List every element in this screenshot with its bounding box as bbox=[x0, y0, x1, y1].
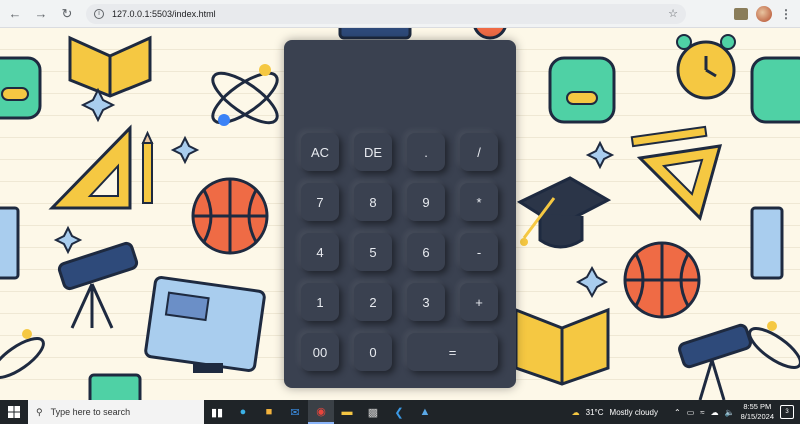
key-9[interactable]: 9 bbox=[407, 183, 445, 221]
extension-icon[interactable] bbox=[734, 7, 748, 20]
search-placeholder: Type here to search bbox=[50, 407, 131, 417]
monitor-icon bbox=[144, 276, 266, 373]
key-1[interactable]: 1 bbox=[301, 283, 339, 321]
weather-text[interactable]: Mostly cloudy bbox=[610, 408, 658, 417]
basketball-partial-icon bbox=[473, 28, 507, 40]
key-3[interactable]: 3 bbox=[407, 283, 445, 321]
vscode-icon[interactable]: ❮ bbox=[386, 400, 412, 424]
telescope-icon bbox=[57, 241, 139, 329]
profile-avatar[interactable] bbox=[756, 5, 772, 22]
back-arrow-icon[interactable]: ← bbox=[4, 3, 26, 25]
search-icon: ⚲ bbox=[36, 406, 43, 417]
bookmark-star-icon[interactable]: ☆ bbox=[668, 7, 678, 20]
key-all-clear[interactable]: AC bbox=[301, 133, 339, 171]
notification-count: 3 bbox=[785, 409, 789, 415]
key-4[interactable]: 4 bbox=[301, 233, 339, 271]
windows-start-icon[interactable] bbox=[0, 400, 28, 424]
backpack-icon bbox=[0, 56, 42, 120]
atom-icon bbox=[0, 337, 45, 379]
calculator: AC DE . / 7 8 9 * 4 5 6 - 1 2 3 + 00 0 = bbox=[284, 40, 516, 388]
reload-icon[interactable]: ↻ bbox=[56, 3, 78, 25]
site-info-icon[interactable]: i bbox=[94, 8, 104, 19]
sparkle-icon bbox=[585, 140, 615, 170]
page-background: AC DE . / 7 8 9 * 4 5 6 - 1 2 3 + 00 0 = bbox=[0, 28, 800, 400]
cloud-icon[interactable]: ☁ bbox=[711, 408, 719, 417]
basketball-icon bbox=[623, 241, 701, 319]
address-bar[interactable]: i 127.0.0.1:5503/index.html ☆ bbox=[86, 3, 686, 24]
address-url: 127.0.0.1:5503/index.html bbox=[112, 8, 216, 19]
triangle-ruler-icon bbox=[48, 124, 132, 210]
edge-browser-icon[interactable]: ● bbox=[230, 400, 256, 424]
telescope-icon bbox=[678, 323, 752, 400]
wifi-icon[interactable]: ≈ bbox=[700, 408, 704, 417]
key-double-zero[interactable]: 00 bbox=[301, 333, 339, 371]
battery-icon[interactable]: ▭ bbox=[687, 408, 695, 417]
menu-kebab-icon[interactable]: ⋮ bbox=[780, 7, 792, 21]
atom-icon bbox=[211, 64, 279, 126]
weather-temp[interactable]: 31°C bbox=[586, 408, 604, 417]
volume-icon[interactable]: 🔈 bbox=[725, 408, 735, 417]
key-8[interactable]: 8 bbox=[354, 183, 392, 221]
key-5[interactable]: 5 bbox=[354, 233, 392, 271]
key-multiply[interactable]: * bbox=[460, 183, 498, 221]
forward-arrow-icon[interactable]: → bbox=[30, 3, 52, 25]
clock-time: 8:55 PM bbox=[743, 402, 772, 411]
weather-cloud-icon[interactable]: ☁ bbox=[572, 408, 580, 417]
system-clock[interactable]: 8:55 PM 8/15/2024 bbox=[741, 402, 774, 422]
tablet-icon bbox=[750, 206, 784, 280]
calculator-display bbox=[298, 54, 502, 118]
backpack-icon bbox=[548, 56, 616, 124]
triangle-ruler-icon bbox=[636, 144, 723, 221]
pencil-icon bbox=[630, 125, 708, 148]
key-decimal[interactable]: . bbox=[407, 133, 445, 171]
key-subtract[interactable]: - bbox=[460, 233, 498, 271]
terminal-icon[interactable]: ▩ bbox=[360, 400, 386, 424]
sparkle-icon bbox=[170, 135, 200, 165]
chrome-icon[interactable]: ◉ bbox=[308, 400, 334, 424]
file-explorer-icon[interactable]: ▬ bbox=[334, 400, 360, 424]
mail-icon[interactable]: ✉ bbox=[282, 400, 308, 424]
open-book-icon bbox=[514, 307, 610, 386]
key-divide[interactable]: / bbox=[460, 133, 498, 171]
sparkle-icon bbox=[575, 265, 609, 299]
pencil-icon bbox=[141, 130, 154, 204]
key-add[interactable]: + bbox=[460, 283, 498, 321]
basketball-icon bbox=[191, 177, 269, 255]
taskbar-search-input[interactable]: ⚲ Type here to search bbox=[28, 400, 204, 424]
key-7[interactable]: 7 bbox=[301, 183, 339, 221]
task-view-icon[interactable]: ▮▮ bbox=[204, 400, 230, 424]
chevron-up-icon[interactable]: ⌃ bbox=[674, 408, 681, 417]
clock-date: 8/15/2024 bbox=[740, 412, 774, 421]
photos-app-icon[interactable]: ▲ bbox=[412, 400, 438, 424]
key-equals[interactable]: = bbox=[407, 333, 498, 371]
tablet-icon bbox=[0, 206, 20, 280]
notebook-icon bbox=[88, 373, 142, 400]
graduation-cap-icon bbox=[516, 176, 612, 249]
sparkle-icon bbox=[53, 225, 83, 255]
key-0[interactable]: 0 bbox=[354, 333, 392, 371]
alarm-clock-icon bbox=[676, 34, 736, 100]
backpack-icon bbox=[750, 56, 800, 124]
browser-toolbar: ← → ↻ i 127.0.0.1:5503/index.html ☆ ⋮ bbox=[0, 0, 800, 28]
taskbar: ⚲ Type here to search ▮▮ ● ■ ✉ ◉ ▬ ▩ ❮ ▲… bbox=[0, 400, 800, 424]
key-delete[interactable]: DE bbox=[354, 133, 392, 171]
telescope-partial-icon bbox=[338, 28, 412, 40]
open-book-icon bbox=[68, 35, 152, 98]
key-6[interactable]: 6 bbox=[407, 233, 445, 271]
key-2[interactable]: 2 bbox=[354, 283, 392, 321]
notification-center-icon[interactable]: 3 bbox=[780, 405, 794, 419]
microsoft-store-icon[interactable]: ■ bbox=[256, 400, 282, 424]
